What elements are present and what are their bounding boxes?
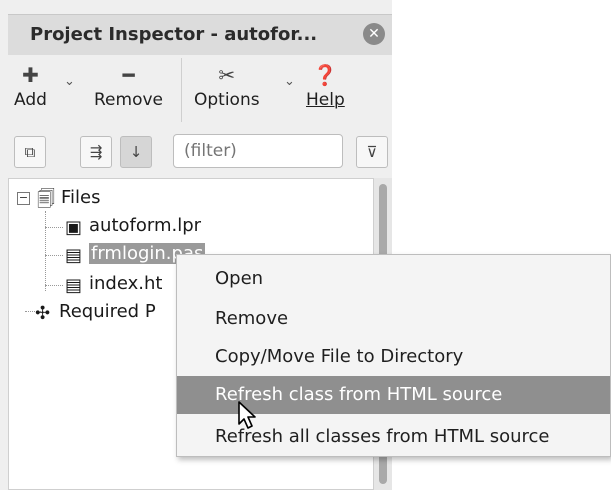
tree-file-item[interactable]: ▤ index.ht	[65, 273, 163, 296]
sort-az-icon: ↓	[129, 143, 143, 161]
filter-bar: ⧉ ⇶ ↓ ⊽	[8, 132, 392, 172]
menu-item-label: Refresh all classes from HTML source	[215, 426, 550, 447]
tree-file-item[interactable]: ▣ autoform.lpr	[65, 215, 202, 238]
show-tree-button[interactable]: ⇶	[80, 136, 112, 168]
tools-icon: ✂	[218, 63, 236, 87]
tree-guide-line	[45, 255, 63, 256]
filter-input[interactable]	[173, 134, 343, 168]
title-bar: Project Inspector - autofor... ✕	[8, 14, 392, 55]
required-packages-node[interactable]: ✣ Required P	[35, 301, 156, 324]
mouse-cursor-icon	[238, 401, 256, 429]
menu-item-label: Copy/Move File to Directory	[215, 346, 464, 367]
tree-guide-line	[45, 227, 63, 228]
program-file-icon: ▣	[65, 217, 83, 238]
menu-item-copy-move[interactable]: Copy/Move File to Directory	[177, 338, 610, 376]
toolbar: ✚ Add ⌄ ━ Remove ✂ Options ⌄ ❓ Help	[8, 56, 392, 126]
tree-icon: ⇶	[89, 143, 103, 161]
menu-item-label: Remove	[215, 308, 289, 329]
window-icon: ⧉	[24, 143, 36, 161]
files-node[interactable]: 🗐 Files	[37, 187, 101, 210]
menu-item-remove[interactable]: Remove	[177, 300, 610, 338]
sort-alphabetically-button[interactable]: ↓	[120, 136, 152, 168]
close-icon[interactable]: ✕	[363, 23, 385, 45]
options-button[interactable]: ✂ Options	[194, 60, 260, 110]
remove-button[interactable]: ━ Remove	[94, 60, 163, 110]
menu-item-open[interactable]: Open	[177, 260, 610, 298]
html-file-icon: ▤	[65, 275, 83, 296]
view-toggle-button[interactable]: ⧉	[14, 136, 46, 168]
package-icon: ✣	[35, 303, 51, 324]
remove-icon: ━	[122, 63, 135, 87]
add-button[interactable]: ✚ Add	[14, 60, 47, 110]
menu-item-label: Open	[215, 268, 264, 289]
remove-label: Remove	[94, 90, 163, 110]
add-icon: ✚	[22, 63, 39, 87]
tree-guide-line	[45, 285, 63, 286]
filter-clear-icon: ⊽	[366, 143, 378, 161]
help-button[interactable]: ❓ Help	[306, 60, 345, 110]
collapse-icon[interactable]: −	[17, 192, 30, 205]
add-label: Add	[14, 90, 47, 110]
add-dropdown-chevron-icon[interactable]: ⌄	[64, 74, 75, 89]
help-label: Help	[306, 90, 345, 110]
required-packages-label: Required P	[59, 301, 156, 322]
files-folder-icon: 🗐	[37, 189, 55, 210]
files-label: Files	[61, 187, 101, 208]
clear-filter-button[interactable]: ⊽	[356, 136, 388, 168]
pascal-file-icon: ▤	[65, 245, 83, 266]
tree-file-label: autoform.lpr	[89, 215, 202, 236]
window-title: Project Inspector - autofor...	[30, 24, 318, 45]
help-icon: ❓	[312, 63, 338, 87]
tree-file-label: index.ht	[89, 273, 163, 294]
tree-guide-line	[45, 211, 46, 291]
toolbar-separator	[181, 58, 182, 122]
options-dropdown-chevron-icon[interactable]: ⌄	[284, 74, 295, 89]
options-label: Options	[194, 90, 260, 110]
